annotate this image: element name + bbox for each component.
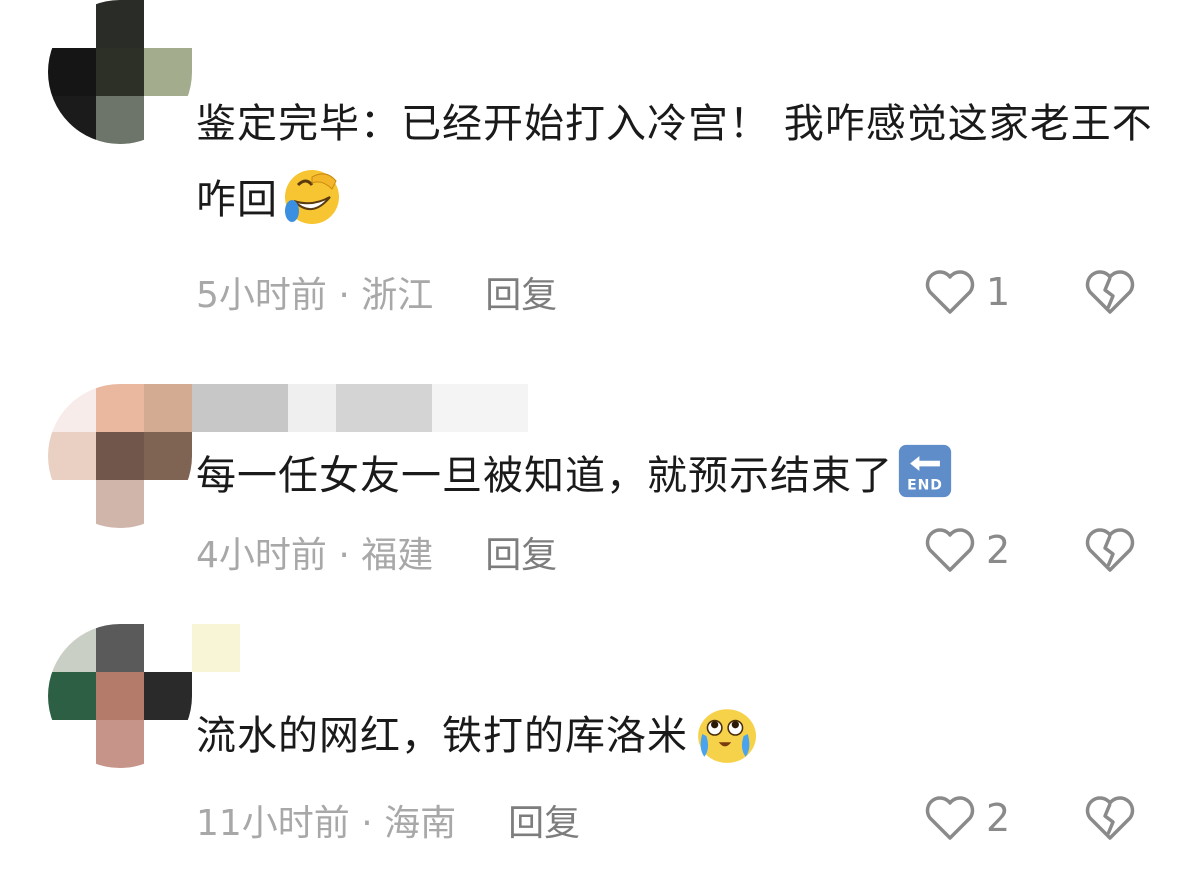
comment-time: 11小时前 [196,803,350,844]
comment-text-content: 流水的网红，铁打的库洛米 [196,713,688,759]
like-count: 1 [986,270,1011,314]
broken-heart-icon[interactable] [1084,268,1136,316]
reply-button[interactable]: 回复 [485,535,557,576]
heart-icon [925,796,975,840]
heart-icon [925,270,975,314]
username[interactable] [192,624,240,672]
comment-time: 4小时前 [196,535,327,576]
comment-text: 每一任女友一旦被知道，就预示结束了 END [196,438,1156,514]
comment-location: 福建 [361,535,434,576]
reply-button[interactable]: 回复 [508,803,580,844]
like-button[interactable]: 2 [924,526,1010,574]
comment-text: 鉴定完毕：已经开始打入冷宫！ 我咋感觉这家老王不咋回 [196,86,1156,238]
comment-text: 流水的网红，铁打的库洛米 [196,698,1156,774]
avatar[interactable] [48,624,192,768]
rofl-emoji [285,170,339,224]
comment-meta: 5小时前 · 浙江 回复 [196,266,557,318]
avatar[interactable] [48,384,192,528]
broken-heart-icon[interactable] [1084,794,1136,842]
like-count: 2 [986,528,1011,572]
comment-time: 5小时前 [196,275,327,316]
comment-location: 海南 [384,803,457,844]
svg-text:END: END [907,478,943,494]
meta-separator: · [326,535,362,576]
end-arrow-emoji: END [898,444,952,498]
comment-meta: 4小时前 · 福建 回复 [196,526,557,578]
meta-separator: · [349,803,385,844]
like-button[interactable]: 2 [924,794,1010,842]
broken-heart-icon[interactable] [1084,526,1136,574]
meta-separator: · [326,275,362,316]
avatar[interactable] [48,0,192,144]
comment-text-content: 每一任女友一旦被知道，就预示结束了 [196,453,893,499]
crying-face-emoji [698,709,756,763]
comment-meta: 11小时前 · 海南 回复 [196,794,580,846]
like-button[interactable]: 1 [924,268,1010,316]
reply-button[interactable]: 回复 [485,275,557,316]
heart-icon [925,528,975,572]
like-count: 2 [986,796,1011,840]
comment-location: 浙江 [361,275,434,316]
username[interactable] [192,384,528,432]
